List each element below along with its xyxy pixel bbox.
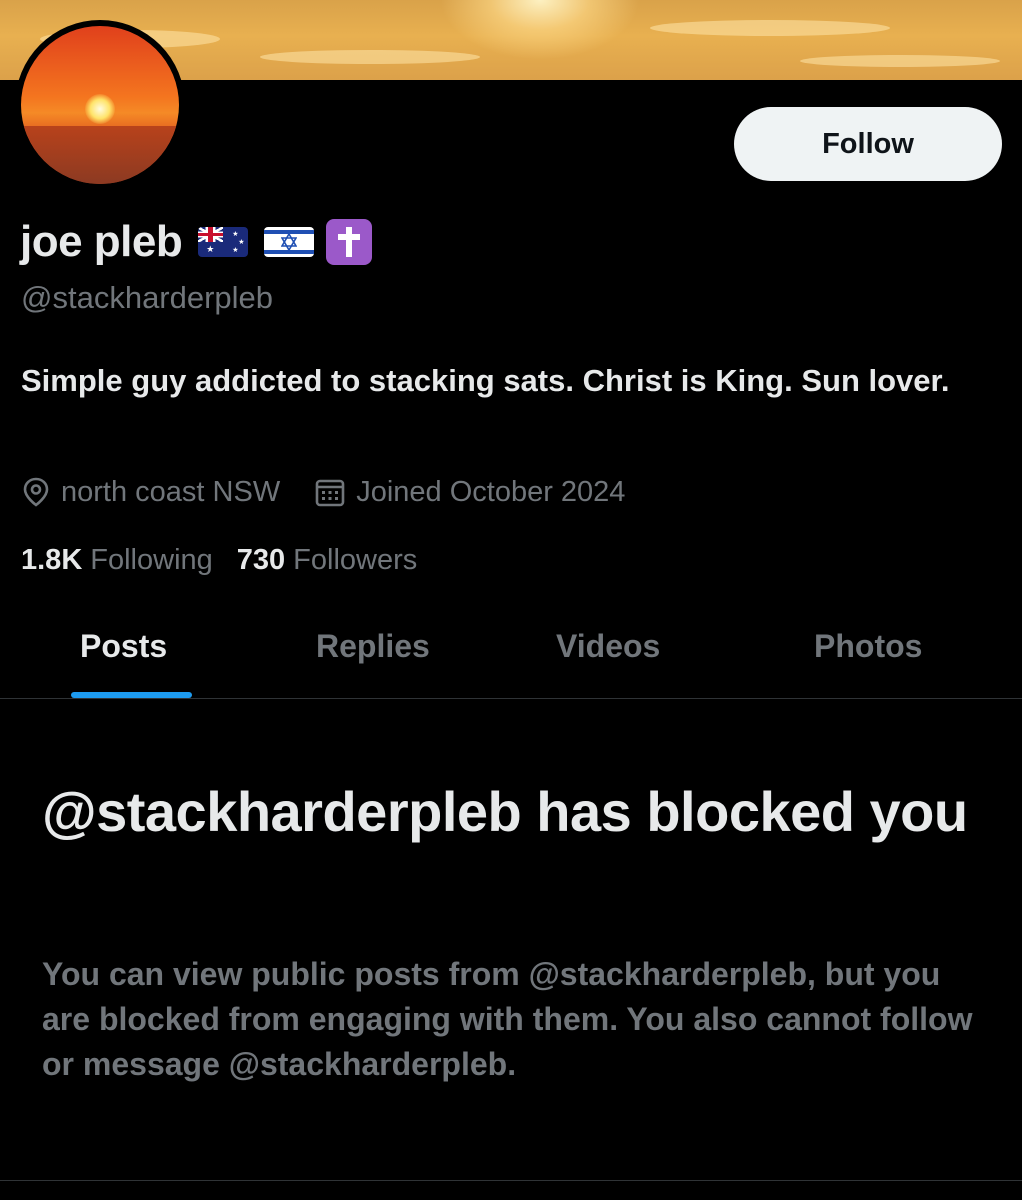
blocked-description: You can view public posts from @stackhar… xyxy=(42,956,973,1082)
following-label: Following xyxy=(90,543,213,576)
location-item: north coast NSW xyxy=(21,476,280,509)
calendar-icon xyxy=(315,479,345,507)
israel-flag-icon xyxy=(264,227,315,257)
tab-posts[interactable]: Posts xyxy=(80,628,167,665)
banner-cloud xyxy=(260,50,480,64)
bottom-divider xyxy=(0,1180,1022,1181)
australia-flag-icon: ★ ★ ★ ★ xyxy=(198,227,249,257)
profile-tabs: Posts Replies Videos Photos xyxy=(0,600,1022,699)
profile-handle: @stackharderpleb xyxy=(21,280,274,315)
banner-cloud xyxy=(800,55,1000,67)
profile-stats: 1.8K Following 730 Followers xyxy=(21,538,417,582)
blocked-title: @stackharderpleb has blocked you xyxy=(42,780,968,843)
joined-item: Joined October 2024 xyxy=(314,476,625,509)
avatar-image xyxy=(21,26,179,184)
tab-photos[interactable]: Photos xyxy=(814,628,922,665)
followers-stat[interactable]: 730 Followers xyxy=(237,544,417,577)
follow-button[interactable]: Follow xyxy=(734,107,1002,181)
banner-sun-glow xyxy=(440,0,640,60)
location-text: north coast NSW xyxy=(61,475,281,508)
display-name: joe pleb xyxy=(20,217,183,266)
avatar-sun xyxy=(85,94,115,124)
display-name-row: joe pleb ★ ★ ★ ★ xyxy=(20,212,373,272)
profile-meta: north coast NSW Joined October 2024 xyxy=(21,470,625,514)
tab-replies[interactable]: Replies xyxy=(316,628,430,665)
profile-avatar[interactable] xyxy=(15,20,185,190)
latin-cross-icon xyxy=(326,219,373,265)
profile-bio: Simple guy addicted to stacking sats. Ch… xyxy=(21,363,950,398)
banner-cloud xyxy=(650,20,890,36)
following-stat[interactable]: 1.8K Following xyxy=(21,544,213,577)
following-count: 1.8K xyxy=(21,543,83,576)
location-pin-icon xyxy=(23,477,49,507)
followers-count: 730 xyxy=(236,543,286,576)
active-tab-indicator xyxy=(71,692,192,698)
joined-text: Joined October 2024 xyxy=(356,475,626,508)
followers-label: Followers xyxy=(293,543,418,576)
tab-videos[interactable]: Videos xyxy=(556,628,660,665)
avatar-horizon xyxy=(21,126,179,184)
